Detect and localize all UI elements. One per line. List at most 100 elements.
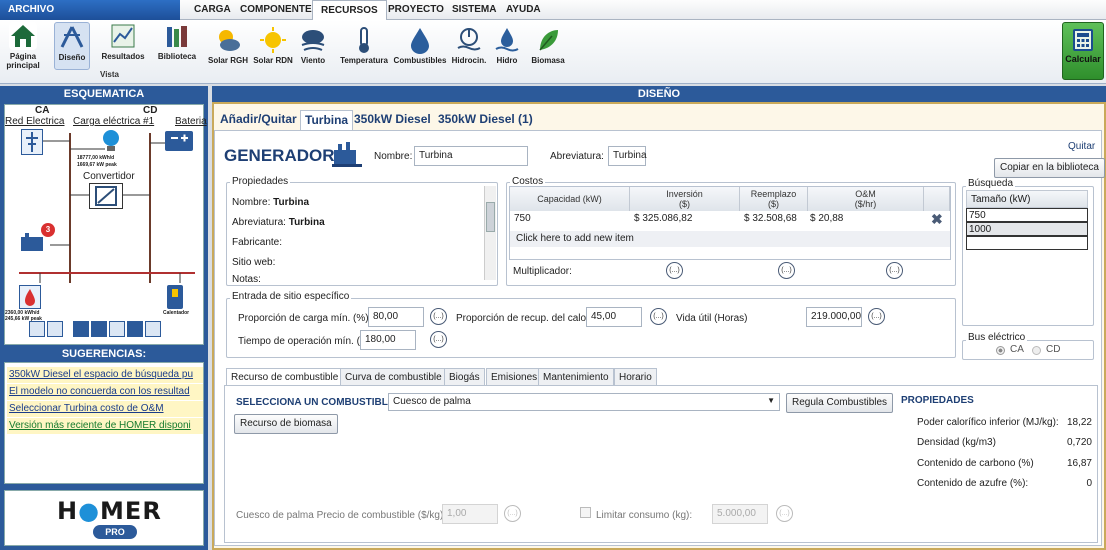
menu-ayuda[interactable]: AYUDA [498, 0, 549, 20]
results-button[interactable]: Resultados [100, 22, 146, 70]
sulfur-value: 0 [1086, 478, 1092, 489]
heat-recovery-sensitivity-button[interactable]: (...) [650, 308, 667, 325]
add-load-icon[interactable] [47, 321, 63, 337]
cost-header-investment: Inversión ($) [630, 187, 740, 211]
suggestion-item[interactable]: Versión más reciente de HOMER disponi [7, 418, 203, 434]
cost-header-replacement: Reemplazo ($) [740, 187, 808, 211]
fire-load-icon[interactable] [19, 285, 41, 309]
solar-rgh-button[interactable]: Solar RGH [206, 26, 250, 74]
min-load-field[interactable]: 80,00 [368, 307, 424, 327]
density-label: Densidad (kg/m3) [917, 437, 996, 448]
tab-schedule[interactable]: Horario [614, 368, 657, 386]
add-controller-icon[interactable] [145, 321, 161, 337]
limit-sensitivity-button[interactable]: (...) [776, 505, 793, 522]
abbreviation-label: Abreviatura: [550, 151, 604, 162]
tab-emissions[interactable]: Emisiones [486, 368, 543, 386]
limit-consumption-checkbox[interactable] [580, 507, 591, 518]
add-converter-icon[interactable] [91, 321, 107, 337]
design-button[interactable]: Diseño [54, 22, 90, 70]
temperature-button[interactable]: Temperatura [338, 26, 390, 74]
fuels-button[interactable]: Combustibles [392, 26, 448, 74]
calculator-icon [1073, 29, 1093, 51]
cost-cell-replacement[interactable]: $ 32.508,68 [744, 213, 797, 224]
scrollbar-thumb[interactable] [486, 202, 495, 232]
search-size-row[interactable]: 750 [966, 208, 1088, 222]
limit-consumption-field[interactable]: 5.000,00 [712, 504, 768, 524]
calculate-button[interactable]: Calcular [1062, 22, 1104, 80]
suggestion-item[interactable]: Seleccionar Turbina costo de O&M [7, 401, 203, 417]
add-generator-icon[interactable] [127, 321, 143, 337]
tab-350kw-diesel-1[interactable]: 350kW Diesel (1) [434, 110, 537, 130]
hydro-button[interactable]: Hidro [492, 26, 522, 74]
hydrokinetic-button[interactable]: Hidrocin. [450, 26, 488, 74]
battery-icon[interactable] [165, 131, 193, 151]
multiplier-om-button[interactable]: (...) [886, 262, 903, 279]
lightbulb-icon[interactable] [101, 129, 121, 153]
converter-icon[interactable] [89, 183, 123, 209]
biomass-resource-button[interactable]: Recurso de biomasa [234, 414, 338, 434]
suggestion-item[interactable]: 350kW Diesel el espacio de búsqueda pu [7, 367, 203, 383]
tab-fuel-resource[interactable]: Recurso de combustible [226, 368, 344, 386]
suggestion-item[interactable]: El modelo no concuerda con los resultad [7, 384, 203, 400]
tab-biogas[interactable]: Biogás [444, 368, 485, 386]
menu-recursos[interactable]: RECURSOS [312, 0, 387, 20]
tab-maintenance[interactable]: Mantenimiento [538, 368, 614, 386]
heat-recovery-label: Proporción de recup. del calo [456, 313, 587, 324]
tab-fuel-curve[interactable]: Curva de combustible [340, 368, 447, 386]
density-value: 0,720 [1066, 437, 1092, 448]
tab-add-remove[interactable]: Añadir/Quitar [216, 110, 301, 130]
fuel-select[interactable]: Cuesco de palma ▼ [388, 393, 780, 411]
add-boiler-icon[interactable] [109, 321, 125, 337]
properties-scrollbar[interactable] [484, 186, 496, 280]
bus-cd-radio[interactable] [1032, 346, 1041, 355]
multiplier-investment-button[interactable]: (...) [666, 262, 683, 279]
library-button[interactable]: Biblioteca [156, 22, 198, 70]
property-row: Abreviatura: Turbina [232, 217, 325, 228]
properties-title: Propiedades [230, 176, 291, 187]
cost-cell-capacity[interactable]: 750 [514, 213, 531, 224]
wind-button[interactable]: Viento [296, 26, 330, 74]
load-label[interactable]: Carga eléctrica #1 [73, 116, 154, 127]
home-button[interactable]: Página principal [4, 22, 42, 70]
abbreviation-field[interactable]: Turbina [608, 146, 647, 166]
delete-row-icon[interactable]: ✖ [931, 211, 943, 228]
min-runtime-field[interactable]: 180,00 [360, 330, 416, 350]
battery-label[interactable]: Bateria [175, 116, 207, 127]
bus-ca-radio[interactable] [996, 346, 1005, 355]
add-component-icon[interactable] [29, 321, 45, 337]
design-icon [58, 23, 86, 51]
add-new-cost-row[interactable]: Click here to add new item [510, 231, 950, 247]
grid-label[interactable]: Red Electrica [5, 116, 64, 127]
lifetime-field[interactable]: 219.000,00 [806, 307, 862, 327]
lifetime-sensitivity-button[interactable]: (...) [868, 308, 885, 325]
tab-turbina[interactable]: Turbina [300, 110, 354, 130]
regulate-fuels-button[interactable]: Regula Combustibles [786, 393, 894, 413]
grid-icon[interactable] [21, 129, 43, 155]
solar-rdn-button[interactable]: Solar RDN [252, 26, 294, 74]
search-size-row[interactable]: 1000 [966, 222, 1088, 236]
min-load-sensitivity-button[interactable]: (...) [430, 308, 447, 325]
thermometer-icon [350, 26, 378, 54]
fuel-price-label: Cuesco de palma Precio de combustible ($… [236, 510, 447, 521]
heat-recovery-field[interactable]: 45,00 [586, 307, 642, 327]
multiplier-replacement-button[interactable]: (...) [778, 262, 795, 279]
min-runtime-sensitivity-button[interactable]: (...) [430, 331, 447, 348]
tab-350kw-diesel[interactable]: 350kW Diesel [350, 110, 435, 130]
search-size-empty-row[interactable] [966, 236, 1088, 250]
fuel-price-sensitivity-button[interactable]: (...) [504, 505, 521, 522]
add-storage-icon[interactable] [73, 321, 89, 337]
fuel-price-field[interactable]: 1,00 [442, 504, 498, 524]
remove-link[interactable]: Quitar [1068, 141, 1095, 152]
menu-proyecto[interactable]: PROYECTO [380, 0, 452, 20]
heater-icon[interactable] [167, 285, 183, 309]
copy-library-button[interactable]: Copiar en la biblioteca [994, 158, 1105, 178]
generator-title: GENERADOR [224, 146, 335, 165]
menu-sistema[interactable]: SISTEMA [444, 0, 504, 20]
cost-cell-investment[interactable]: $ 325.086,82 [634, 213, 692, 224]
menu-carga[interactable]: CARGA [186, 0, 239, 20]
biomass-button[interactable]: Biomasa [528, 26, 568, 74]
menu-archivo[interactable]: ARCHIVO [0, 0, 180, 20]
cost-cell-om[interactable]: $ 20,88 [810, 213, 843, 224]
name-field[interactable]: Turbina [414, 146, 528, 166]
load1-peak: 1669,67 kW peak [77, 162, 117, 168]
